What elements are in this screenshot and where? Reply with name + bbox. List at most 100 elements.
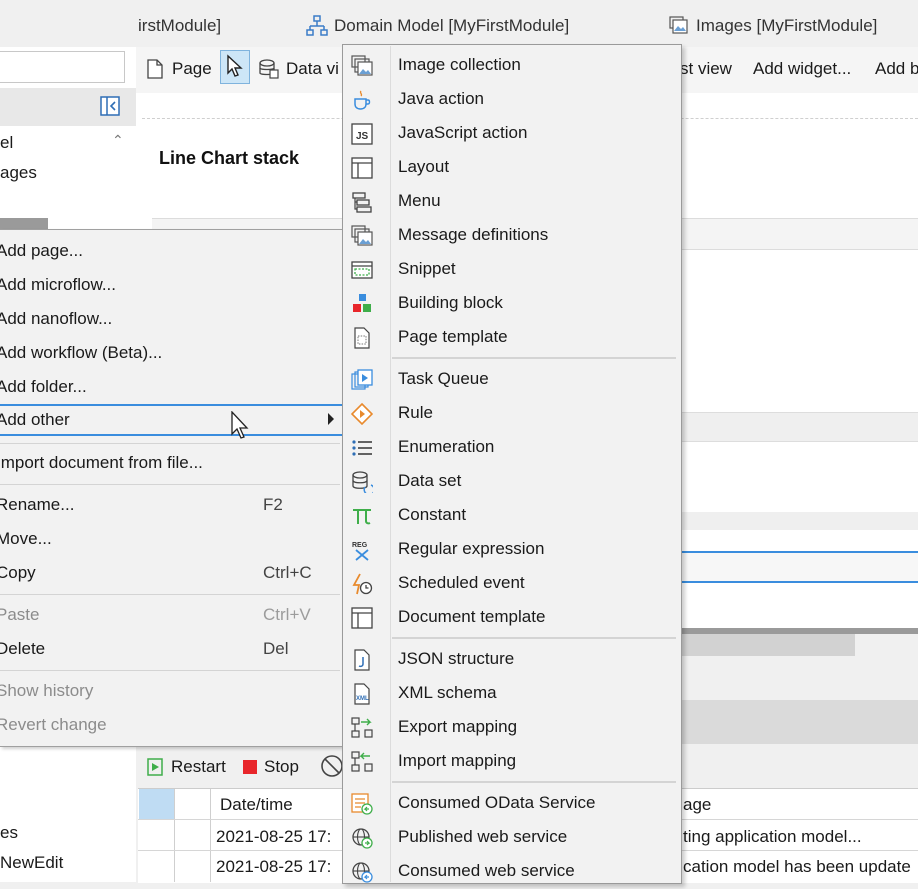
submenu-item-constant[interactable]: Constant [343, 499, 679, 533]
page-title[interactable]: Line Chart stack [159, 148, 299, 169]
tree-item[interactable]: ages [0, 163, 37, 183]
submenu-item-message-definitions[interactable]: Message definitions [343, 219, 679, 253]
menu-item-copy[interactable]: Copy Ctrl+C [0, 557, 342, 589]
toolbar-label: Data vi [286, 59, 339, 78]
submenu-item-label: Task Queue [398, 369, 489, 388]
menu-item-add-folder[interactable]: Add folder... [0, 371, 342, 403]
menu-item-label: Import document from file... [0, 453, 203, 472]
menu-item-rename[interactable]: Rename... F2 [0, 489, 342, 521]
add-list-view-button[interactable]: st view [680, 54, 732, 84]
menu-item-move[interactable]: Move... [0, 523, 342, 555]
menu-item-add-page[interactable]: Add page... [0, 235, 342, 267]
image-collection-icon [669, 16, 688, 34]
toolbar-label: Add b [875, 59, 918, 78]
pointer-icon [227, 54, 243, 77]
menu-item-revert-change[interactable]: Revert change [0, 709, 342, 741]
data-view-icon [259, 59, 279, 79]
tab-first-module-page[interactable]: irstModule] [138, 14, 221, 38]
menu-item-add-microflow[interactable]: Add microflow... [0, 269, 342, 301]
json-structure-icon [354, 649, 370, 671]
domain-model-icon [306, 15, 328, 36]
constant-icon [353, 509, 371, 525]
submenu-item-data-set[interactable]: Data set [343, 465, 679, 499]
submenu-item-consumed-odata-service[interactable]: Consumed OData Service [343, 787, 679, 821]
submenu-item-label: Image collection [398, 55, 521, 74]
submenu-item-image-collection[interactable]: Image collection [343, 49, 679, 83]
column-header-message[interactable]: age [683, 795, 711, 815]
submenu-item-scheduled-event[interactable]: Scheduled event [343, 567, 679, 601]
data-set-icon [352, 471, 373, 493]
image-collection-icon [351, 55, 373, 76]
svg-text:XML: XML [356, 696, 369, 702]
consumed-web-service-icon [352, 862, 373, 883]
clear-console-icon[interactable] [320, 754, 344, 778]
explorer-search-input[interactable] [0, 51, 125, 83]
svg-text:JS: JS [356, 131, 369, 142]
export-mapping-icon [351, 717, 373, 738]
console-selected-cell[interactable] [139, 789, 174, 819]
menu-item-paste[interactable]: Paste Ctrl+V [0, 599, 342, 631]
submenu-separator [392, 637, 676, 639]
menu-item-import-document[interactable]: Import document from file... [0, 447, 342, 479]
submenu-item-consumed-web-service[interactable]: Consumed web service [343, 855, 679, 889]
stop-button[interactable]: Stop [242, 755, 299, 779]
tree-item[interactable]: NewEdit [0, 853, 63, 873]
column-divider [210, 789, 211, 882]
submenu-item-java-action[interactable]: Java action [343, 83, 679, 117]
submenu-item-enumeration[interactable]: Enumeration [343, 431, 679, 465]
log-message: ting application model... [683, 827, 862, 846]
tab-images[interactable]: Images [MyFirstModule] [668, 14, 877, 38]
log-message: cation model has been update [683, 857, 911, 876]
add-widget-button[interactable]: Add widget... [753, 54, 851, 84]
submenu-item-export-mapping[interactable]: Export mapping [343, 711, 679, 745]
tree-item[interactable]: es [0, 823, 18, 843]
tree-item[interactable]: el [0, 133, 13, 153]
submenu-arrow-icon [328, 413, 334, 425]
submenu-item-snippet[interactable]: Snippet [343, 253, 679, 287]
submenu-separator [392, 357, 676, 359]
submenu-item-label: Published web service [398, 827, 568, 846]
submenu-item-page-template[interactable]: Page template [343, 321, 679, 355]
add-data-view-button[interactable]: Data vi [258, 54, 339, 84]
submenu-item-label: Consumed web service [398, 861, 575, 880]
submenu-item-published-web-service[interactable]: Published web service [343, 821, 679, 855]
tab-domain-model[interactable]: Domain Model [MyFirstModule] [306, 14, 569, 38]
add-page-button[interactable]: Page [144, 54, 212, 84]
restart-icon [147, 758, 163, 776]
submenu-item-layout[interactable]: Layout [343, 151, 679, 185]
submenu-item-json-structure[interactable]: JSON structure [343, 643, 679, 677]
submenu-item-label: Snippet [398, 259, 456, 278]
submenu-item-xml-schema[interactable]: XML XML schema [343, 677, 679, 711]
menu-item-add-nanoflow[interactable]: Add nanoflow... [0, 303, 342, 335]
menu-item-label: Add folder... [0, 377, 87, 396]
tab-label: Images [MyFirstModule] [696, 16, 878, 35]
menu-item-label: Add workflow (Beta)... [0, 343, 163, 362]
chevron-up-icon[interactable]: ⌃ [112, 132, 124, 149]
submenu-item-regular-expression[interactable]: REG Regular expression [343, 533, 679, 567]
menu-item-label: Add microflow... [0, 275, 116, 294]
submenu-item-label: Import mapping [398, 751, 517, 770]
tab-label: irstModule] [138, 16, 222, 35]
restart-label: Restart [171, 757, 226, 776]
menu-item-show-history[interactable]: Show history [0, 675, 342, 707]
restart-button[interactable]: Restart [145, 755, 226, 779]
collapse-panel-icon[interactable] [100, 96, 120, 116]
column-header-datetime[interactable]: Date/time [220, 795, 293, 815]
submenu-item-javascript-action[interactable]: JS JavaScript action [343, 117, 679, 151]
page-icon [147, 59, 163, 79]
menu-separator [0, 484, 340, 485]
add-building-block-button[interactable]: Add b [875, 54, 918, 84]
submenu-item-task-queue[interactable]: Task Queue [343, 363, 679, 397]
javascript-action-icon: JS [351, 123, 373, 145]
menu-item-delete[interactable]: Delete Del [0, 633, 342, 665]
submenu-item-document-template[interactable]: Document template [343, 601, 679, 635]
submenu-item-menu[interactable]: Menu [343, 185, 679, 219]
submenu-item-rule[interactable]: Rule [343, 397, 679, 431]
menu-item-add-workflow[interactable]: Add workflow (Beta)... [0, 337, 342, 369]
toolbar-label: Page [172, 59, 212, 78]
rule-icon [351, 403, 373, 425]
submenu-item-building-block[interactable]: Building block [343, 287, 679, 321]
submenu-item-import-mapping[interactable]: Import mapping [343, 745, 679, 779]
menu-item-add-other[interactable]: Add other [0, 404, 342, 436]
menu-separator [0, 670, 340, 671]
